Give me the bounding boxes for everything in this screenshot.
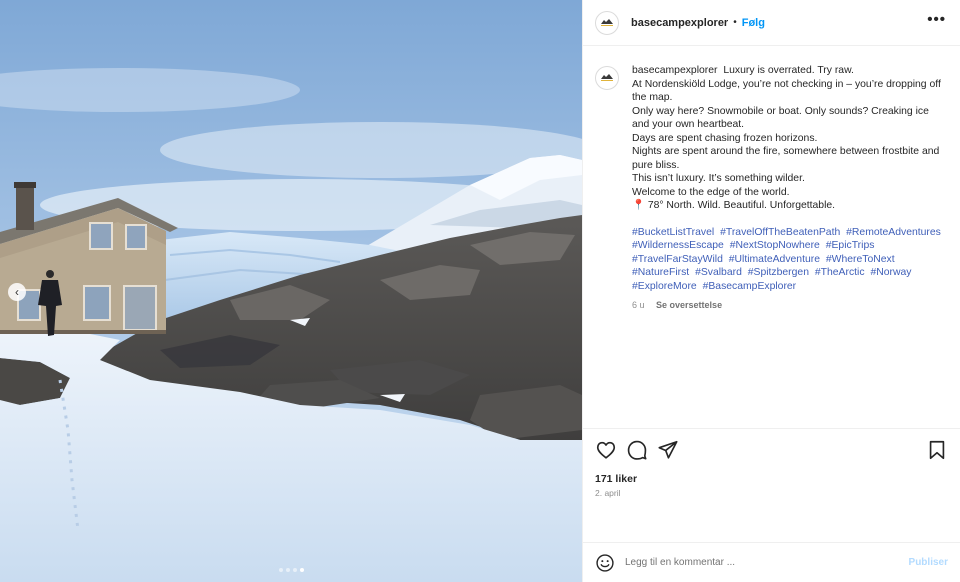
like-count[interactable]: 171 liker bbox=[595, 473, 948, 485]
basecamp-logo-icon bbox=[601, 74, 613, 81]
header-username[interactable]: basecampexplorer bbox=[631, 17, 728, 29]
caption-line: Welcome to the edge of the world. bbox=[632, 186, 790, 198]
caption-line: At Nordenskiöld Lodge, you’re not checki… bbox=[632, 78, 944, 104]
caption: basecampexplorer Luxury is overrated. Tr… bbox=[595, 64, 948, 313]
carousel-dot bbox=[285, 568, 290, 572]
hashtag-link[interactable]: #TravelFarStayWild bbox=[632, 254, 723, 265]
post-date[interactable]: 2. april bbox=[595, 488, 948, 498]
post-actions: 171 liker 2. april bbox=[583, 428, 960, 542]
caption-first-text: Luxury is overrated. Try raw. bbox=[723, 65, 854, 76]
caption-line: This isn’t luxury. It’s something wilder… bbox=[632, 173, 805, 184]
comment-input[interactable] bbox=[625, 557, 909, 568]
hashtag-link[interactable]: #ExploreMore bbox=[632, 281, 697, 292]
caption-first-line: basecampexplorer Luxury is overrated. Tr… bbox=[632, 64, 948, 78]
caption-username[interactable]: basecampexplorer bbox=[632, 65, 717, 76]
instagram-post: ‹ basecampexplorer • Følg ••• basecampex… bbox=[0, 0, 960, 582]
hashtag-link[interactable]: #Spitzbergen bbox=[748, 267, 809, 278]
post-age[interactable]: 6 u bbox=[632, 300, 645, 310]
post-side-panel: basecampexplorer • Følg ••• basecampexpl… bbox=[582, 0, 960, 582]
basecamp-logo-icon bbox=[601, 18, 613, 26]
hashtag-link[interactable]: #RemoteAdventures bbox=[846, 227, 941, 238]
hashtag-link[interactable]: #NextStopNowhere bbox=[730, 240, 820, 251]
carousel-dot bbox=[292, 568, 297, 572]
hashtag-link[interactable]: #UltimateAdventure bbox=[729, 254, 820, 265]
hashtag-link[interactable]: #BucketListTravel bbox=[632, 227, 714, 238]
heart-icon[interactable] bbox=[595, 439, 617, 461]
more-options-icon[interactable]: ••• bbox=[927, 12, 946, 31]
hashtag-link[interactable]: #BasecampExplorer bbox=[703, 281, 797, 292]
caption-area: basecampexplorer Luxury is overrated. Tr… bbox=[583, 46, 960, 428]
carousel-dots bbox=[0, 568, 582, 572]
paper-plane-icon[interactable] bbox=[657, 439, 679, 461]
hashtag-link[interactable]: #NatureFirst bbox=[632, 267, 689, 278]
carousel-dot bbox=[278, 568, 283, 572]
caption-line: Only way here? Snowmobile or boat. Only … bbox=[632, 105, 932, 131]
post-photo[interactable]: ‹ bbox=[0, 0, 582, 582]
caption-line: 📍 78° North. Wild. Beautiful. Unforgetta… bbox=[632, 200, 836, 211]
follow-button[interactable]: Følg bbox=[742, 17, 765, 29]
action-bar bbox=[595, 435, 948, 465]
smiley-icon[interactable] bbox=[595, 553, 615, 573]
hashtag-link[interactable]: #WildernessEscape bbox=[632, 240, 724, 251]
hashtag-link[interactable]: #EpicTrips bbox=[826, 240, 875, 251]
avatar[interactable] bbox=[595, 66, 619, 90]
carousel-dot-active bbox=[299, 568, 304, 572]
hashtag-link[interactable]: #TheArctic bbox=[815, 267, 865, 278]
hashtag-list: #BucketListTravel #TravelOffTheBeatenPat… bbox=[632, 226, 948, 294]
hashtag-link[interactable]: #WhereToNext bbox=[826, 254, 895, 265]
carousel-prev-button[interactable]: ‹ bbox=[8, 283, 26, 301]
post-header: basecampexplorer • Følg ••• bbox=[583, 0, 960, 46]
comment-bar: Publiser bbox=[583, 542, 960, 582]
hashtag-link[interactable]: #Norway bbox=[870, 267, 911, 278]
bookmark-icon[interactable] bbox=[926, 439, 948, 461]
caption-line: Nights are spent around the fire, somewh… bbox=[632, 146, 943, 171]
hashtag-link[interactable]: #TravelOffTheBeatenPath bbox=[720, 227, 840, 238]
arctic-lodge-photo bbox=[0, 0, 582, 582]
see-translation-link[interactable]: Se oversettelse bbox=[656, 300, 722, 310]
hashtag-link[interactable]: #Svalbard bbox=[695, 267, 742, 278]
publish-button[interactable]: Publiser bbox=[909, 557, 948, 568]
caption-line: Days are spent chasing frozen horizons. bbox=[632, 132, 818, 144]
avatar[interactable] bbox=[595, 10, 619, 35]
comment-bubble-icon[interactable] bbox=[626, 439, 648, 461]
header-separator: • bbox=[733, 17, 737, 28]
caption-meta: 6 u Se oversettelse bbox=[632, 299, 948, 313]
caption-text: basecampexplorer Luxury is overrated. Tr… bbox=[632, 64, 948, 313]
